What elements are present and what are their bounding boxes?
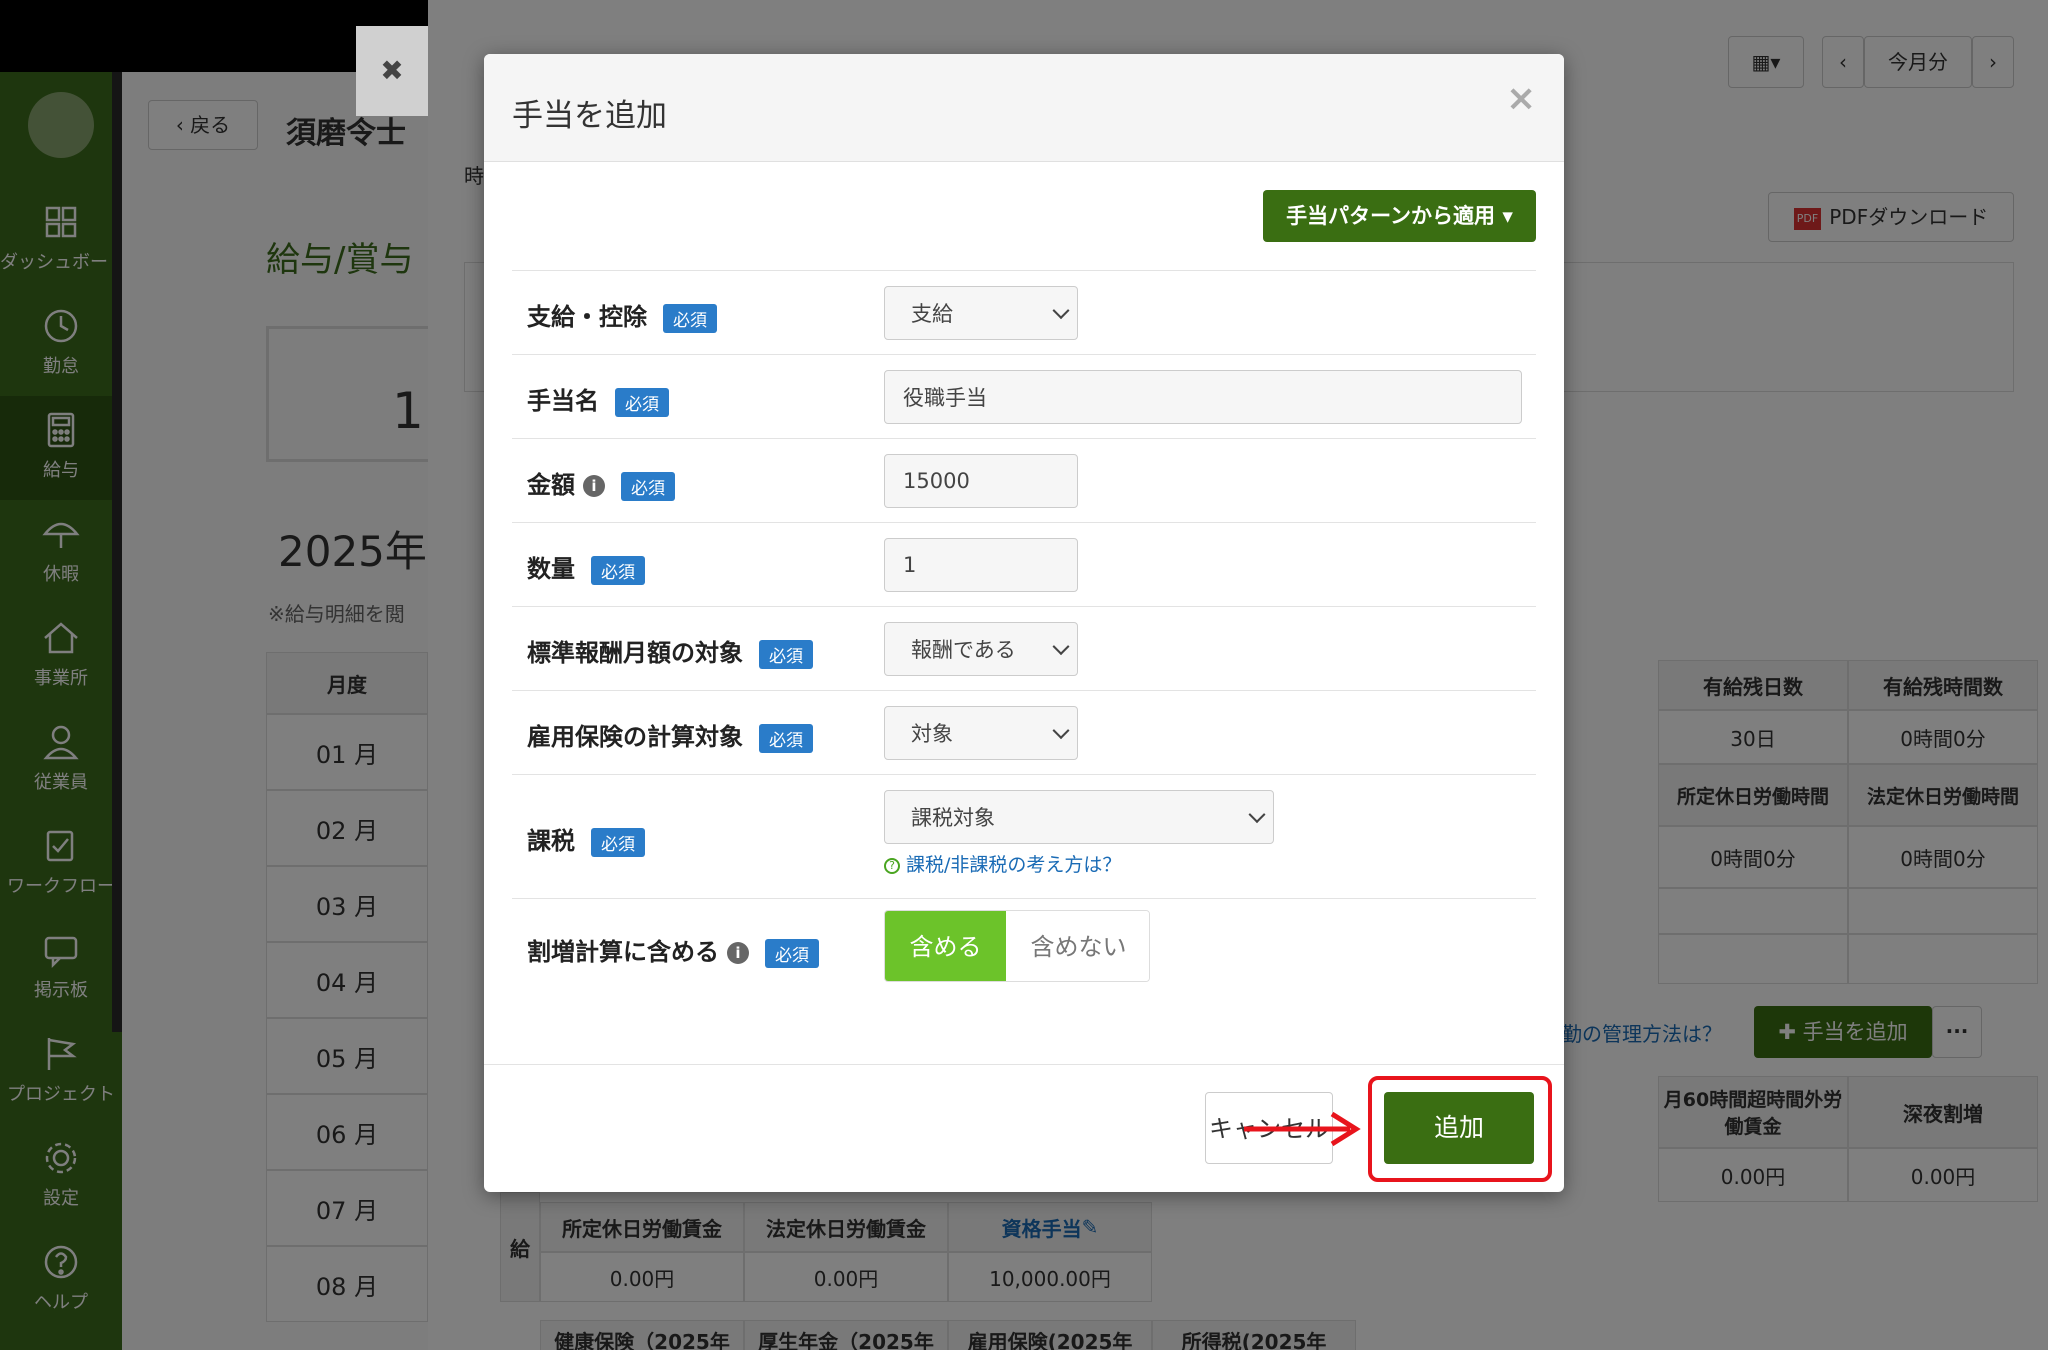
info-icon[interactable]: i — [727, 942, 749, 964]
name-label: 手当名 必須 — [527, 381, 669, 417]
modal-close-button[interactable]: × — [1506, 78, 1536, 119]
standard-remuneration-label: 標準報酬月額の対象 必須 — [527, 633, 813, 669]
exclude-option[interactable]: 含めない — [1006, 911, 1149, 981]
include-option[interactable]: 含める — [885, 911, 1006, 981]
employment-insurance-select[interactable]: 対象 — [884, 706, 1078, 760]
required-badge: 必須 — [759, 723, 813, 753]
question-icon: ? — [884, 857, 900, 874]
chevron-down-icon — [1052, 722, 1070, 740]
required-badge: 必須 — [591, 555, 645, 585]
chevron-down-icon — [1052, 638, 1070, 656]
type-label: 支給・控除 必須 — [527, 297, 717, 333]
modal-title: 手当を追加 — [512, 98, 667, 134]
required-badge: 必須 — [663, 303, 717, 333]
premium-label: 割増計算に含める i 必須 — [527, 932, 819, 968]
add-allowance-modal: 手当を追加 × 手当パターンから適用 ▾ 支給・控除 必須 支給 手当名 必須 役職… — [484, 54, 1564, 1192]
close-icon: ✖ — [380, 54, 404, 87]
required-badge: 必須 — [621, 471, 675, 501]
amount-input[interactable]: 15000 — [884, 454, 1078, 508]
quantity-input[interactable]: 1 — [884, 538, 1078, 592]
info-icon[interactable]: i — [583, 475, 605, 497]
chevron-down-icon — [1248, 806, 1266, 824]
required-badge: 必須 — [591, 827, 645, 857]
modal-footer-divider — [484, 1064, 1564, 1065]
standard-remuneration-select[interactable]: 報酬である — [884, 622, 1078, 676]
required-badge: 必須 — [615, 387, 669, 417]
employment-insurance-label: 雇用保険の計算対象 必須 — [527, 717, 813, 753]
required-badge: 必須 — [759, 639, 813, 669]
chevron-down-icon — [1052, 302, 1070, 320]
type-select[interactable]: 支給 — [884, 286, 1078, 340]
tax-label: 課税 必須 — [527, 821, 645, 857]
apply-pattern-button[interactable]: 手当パターンから適用 ▾ — [1263, 190, 1536, 242]
premium-toggle: 含める 含めない — [884, 910, 1150, 982]
tax-select[interactable]: 課税対象 — [884, 790, 1274, 844]
tax-help-link[interactable]: ? 課税/非課税の考え方は？ — [884, 850, 1121, 877]
amount-label: 金額 i 必須 — [527, 465, 675, 501]
required-badge: 必須 — [765, 938, 819, 968]
highlight-box — [1368, 1076, 1552, 1182]
quantity-label: 数量 必須 — [527, 549, 645, 585]
drawer-close-button[interactable]: ✖ — [356, 26, 428, 116]
allowance-name-input[interactable]: 役職手当 — [884, 370, 1522, 424]
caret-down-icon: ▾ — [1502, 204, 1513, 228]
arrow-annotation — [1244, 1111, 1361, 1147]
